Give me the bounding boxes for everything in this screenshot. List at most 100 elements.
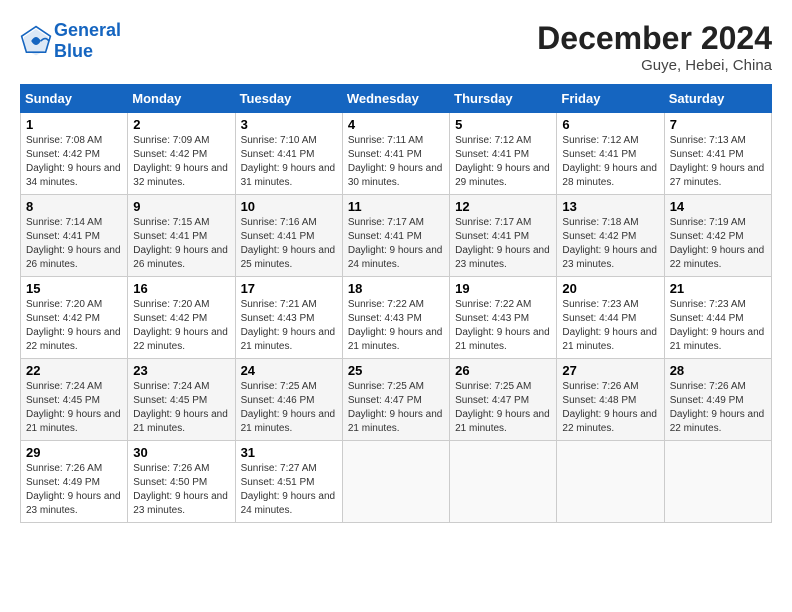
month-title: December 2024 — [537, 20, 772, 57]
day-number: 29 — [26, 445, 122, 460]
weekday-header-saturday: Saturday — [664, 85, 771, 113]
day-number: 25 — [348, 363, 444, 378]
calendar-cell: 31 Sunrise: 7:27 AMSunset: 4:51 PMDayligh… — [235, 441, 342, 523]
calendar-cell: 17 Sunrise: 7:21 AMSunset: 4:43 PMDayligh… — [235, 277, 342, 359]
calendar-cell: 7Sunrise: 7:13 AMSunset: 4:41 PMDaylight… — [664, 113, 771, 195]
calendar-cell: 26 Sunrise: 7:25 AMSunset: 4:47 PMDayligh… — [450, 359, 557, 441]
day-number: 8 — [26, 199, 122, 214]
calendar-cell: 19Sunrise: 7:22 AMSunset: 4:43 PMDayligh… — [450, 277, 557, 359]
calendar-cell: 16Sunrise: 7:20 AMSunset: 4:42 PMDayligh… — [128, 277, 235, 359]
day-number: 7 — [670, 117, 766, 132]
day-info: Sunrise: 7:15 AMSunset: 4:41 PMDaylight:… — [133, 216, 229, 272]
day-info: Sunrise: 7:14 AMSunset: 4:41 PMDaylight:… — [26, 216, 122, 272]
calendar-cell: 12Sunrise: 7:17 AMSunset: 4:41 PMDayligh… — [450, 195, 557, 277]
calendar-cell: 4 Sunrise: 7:11 AMSunset: 4:41 PMDaylight… — [342, 113, 449, 195]
calendar-cell: 27 Sunrise: 7:26 AMSunset: 4:48 PMDayligh… — [557, 359, 664, 441]
calendar-cell — [557, 441, 664, 523]
day-info: Sunrise: 7:24 AMSunset: 4:45 PMDaylight:… — [133, 380, 229, 436]
day-number: 1 — [26, 117, 122, 132]
day-number: 26 — [455, 363, 551, 378]
calendar-cell: 6 Sunrise: 7:12 AMSunset: 4:41 PMDaylight… — [557, 113, 664, 195]
calendar-cell: 1 Sunrise: 7:08 AMSunset: 4:42 PMDaylight… — [21, 113, 128, 195]
calendar-cell: 5 Sunrise: 7:12 AMSunset: 4:41 PMDaylight… — [450, 113, 557, 195]
calendar-cell: 9 Sunrise: 7:15 AMSunset: 4:41 PMDaylight… — [128, 195, 235, 277]
calendar-cell — [450, 441, 557, 523]
day-info: Sunrise: 7:26 AMSunset: 4:49 PMDaylight:… — [670, 380, 766, 436]
day-number: 5 — [455, 117, 551, 132]
day-number: 15 — [26, 281, 122, 296]
day-number: 18 — [348, 281, 444, 296]
day-info: Sunrise: 7:26 AMSunset: 4:50 PMDaylight:… — [133, 462, 229, 518]
day-info: Sunrise: 7:25 AMSunset: 4:47 PMDaylight:… — [348, 380, 444, 436]
day-info: Sunrise: 7:17 AMSunset: 4:41 PMDaylight:… — [455, 216, 551, 272]
day-info: Sunrise: 7:09 AMSunset: 4:42 PMDaylight:… — [133, 134, 229, 190]
day-info: Sunrise: 7:19 AMSunset: 4:42 PMDaylight:… — [670, 216, 766, 272]
day-info: Sunrise: 7:20 AMSunset: 4:42 PMDaylight:… — [133, 298, 229, 354]
day-number: 3 — [241, 117, 337, 132]
calendar-week-row: 22 Sunrise: 7:24 AMSunset: 4:45 PMDayligh… — [21, 359, 772, 441]
calendar-cell — [342, 441, 449, 523]
day-info: Sunrise: 7:26 AMSunset: 4:49 PMDaylight:… — [26, 462, 122, 518]
day-number: 14 — [670, 199, 766, 214]
calendar-cell: 23Sunrise: 7:24 AMSunset: 4:45 PMDayligh… — [128, 359, 235, 441]
calendar-week-row: 8 Sunrise: 7:14 AMSunset: 4:41 PMDaylight… — [21, 195, 772, 277]
day-number: 13 — [562, 199, 658, 214]
day-info: Sunrise: 7:26 AMSunset: 4:48 PMDaylight:… — [562, 380, 658, 436]
day-number: 17 — [241, 281, 337, 296]
calendar-cell: 13Sunrise: 7:18 AMSunset: 4:42 PMDayligh… — [557, 195, 664, 277]
location: Guye, Hebei, China — [537, 57, 772, 74]
day-info: Sunrise: 7:12 AMSunset: 4:41 PMDaylight:… — [455, 134, 551, 190]
calendar-cell: 25 Sunrise: 7:25 AMSunset: 4:47 PMDayligh… — [342, 359, 449, 441]
day-info: Sunrise: 7:17 AMSunset: 4:41 PMDaylight:… — [348, 216, 444, 272]
day-info: Sunrise: 7:11 AMSunset: 4:41 PMDaylight:… — [348, 134, 444, 190]
day-info: Sunrise: 7:25 AMSunset: 4:47 PMDaylight:… — [455, 380, 551, 436]
calendar-cell: 18Sunrise: 7:22 AMSunset: 4:43 PMDayligh… — [342, 277, 449, 359]
title-area: December 2024 Guye, Hebei, China — [537, 20, 772, 74]
calendar-cell: 10 Sunrise: 7:16 AMSunset: 4:41 PMDayligh… — [235, 195, 342, 277]
day-number: 6 — [562, 117, 658, 132]
day-number: 20 — [562, 281, 658, 296]
day-number: 10 — [241, 199, 337, 214]
day-info: Sunrise: 7:08 AMSunset: 4:42 PMDaylight:… — [26, 134, 122, 190]
day-info: Sunrise: 7:12 AMSunset: 4:41 PMDaylight:… — [562, 134, 658, 190]
calendar-cell: 8 Sunrise: 7:14 AMSunset: 4:41 PMDaylight… — [21, 195, 128, 277]
weekday-header-thursday: Thursday — [450, 85, 557, 113]
day-number: 22 — [26, 363, 122, 378]
logo-icon — [20, 25, 52, 57]
day-number: 4 — [348, 117, 444, 132]
day-info: Sunrise: 7:23 AMSunset: 4:44 PMDaylight:… — [670, 298, 766, 354]
header: General Blue December 2024 Guye, Hebei, … — [20, 20, 772, 74]
calendar-cell: 14 Sunrise: 7:19 AMSunset: 4:42 PMDayligh… — [664, 195, 771, 277]
weekday-header-wednesday: Wednesday — [342, 85, 449, 113]
calendar-cell: 29 Sunrise: 7:26 AMSunset: 4:49 PMDayligh… — [21, 441, 128, 523]
day-info: Sunrise: 7:27 AMSunset: 4:51 PMDaylight:… — [241, 462, 337, 518]
day-info: Sunrise: 7:24 AMSunset: 4:45 PMDaylight:… — [26, 380, 122, 436]
calendar-cell: 2Sunrise: 7:09 AMSunset: 4:42 PMDaylight… — [128, 113, 235, 195]
calendar-cell: 28 Sunrise: 7:26 AMSunset: 4:49 PMDayligh… — [664, 359, 771, 441]
day-number: 9 — [133, 199, 229, 214]
day-info: Sunrise: 7:16 AMSunset: 4:41 PMDaylight:… — [241, 216, 337, 272]
calendar-week-row: 29 Sunrise: 7:26 AMSunset: 4:49 PMDayligh… — [21, 441, 772, 523]
day-number: 21 — [670, 281, 766, 296]
calendar-cell: 22 Sunrise: 7:24 AMSunset: 4:45 PMDayligh… — [21, 359, 128, 441]
calendar-cell: 11Sunrise: 7:17 AMSunset: 4:41 PMDayligh… — [342, 195, 449, 277]
day-info: Sunrise: 7:22 AMSunset: 4:43 PMDaylight:… — [455, 298, 551, 354]
weekday-header-monday: Monday — [128, 85, 235, 113]
calendar-week-row: 15 Sunrise: 7:20 AMSunset: 4:42 PMDayligh… — [21, 277, 772, 359]
calendar-cell: 20Sunrise: 7:23 AMSunset: 4:44 PMDayligh… — [557, 277, 664, 359]
logo-text: General Blue — [54, 20, 121, 62]
day-info: Sunrise: 7:21 AMSunset: 4:43 PMDaylight:… — [241, 298, 337, 354]
calendar: SundayMondayTuesdayWednesdayThursdayFrid… — [20, 84, 772, 523]
calendar-cell: 15 Sunrise: 7:20 AMSunset: 4:42 PMDayligh… — [21, 277, 128, 359]
logo: General Blue — [20, 20, 121, 62]
day-info: Sunrise: 7:25 AMSunset: 4:46 PMDaylight:… — [241, 380, 337, 436]
weekday-header-tuesday: Tuesday — [235, 85, 342, 113]
day-info: Sunrise: 7:20 AMSunset: 4:42 PMDaylight:… — [26, 298, 122, 354]
day-number: 30 — [133, 445, 229, 460]
day-info: Sunrise: 7:10 AMSunset: 4:41 PMDaylight:… — [241, 134, 337, 190]
weekday-header-friday: Friday — [557, 85, 664, 113]
calendar-cell: 3 Sunrise: 7:10 AMSunset: 4:41 PMDaylight… — [235, 113, 342, 195]
day-number: 31 — [241, 445, 337, 460]
day-number: 28 — [670, 363, 766, 378]
day-number: 27 — [562, 363, 658, 378]
